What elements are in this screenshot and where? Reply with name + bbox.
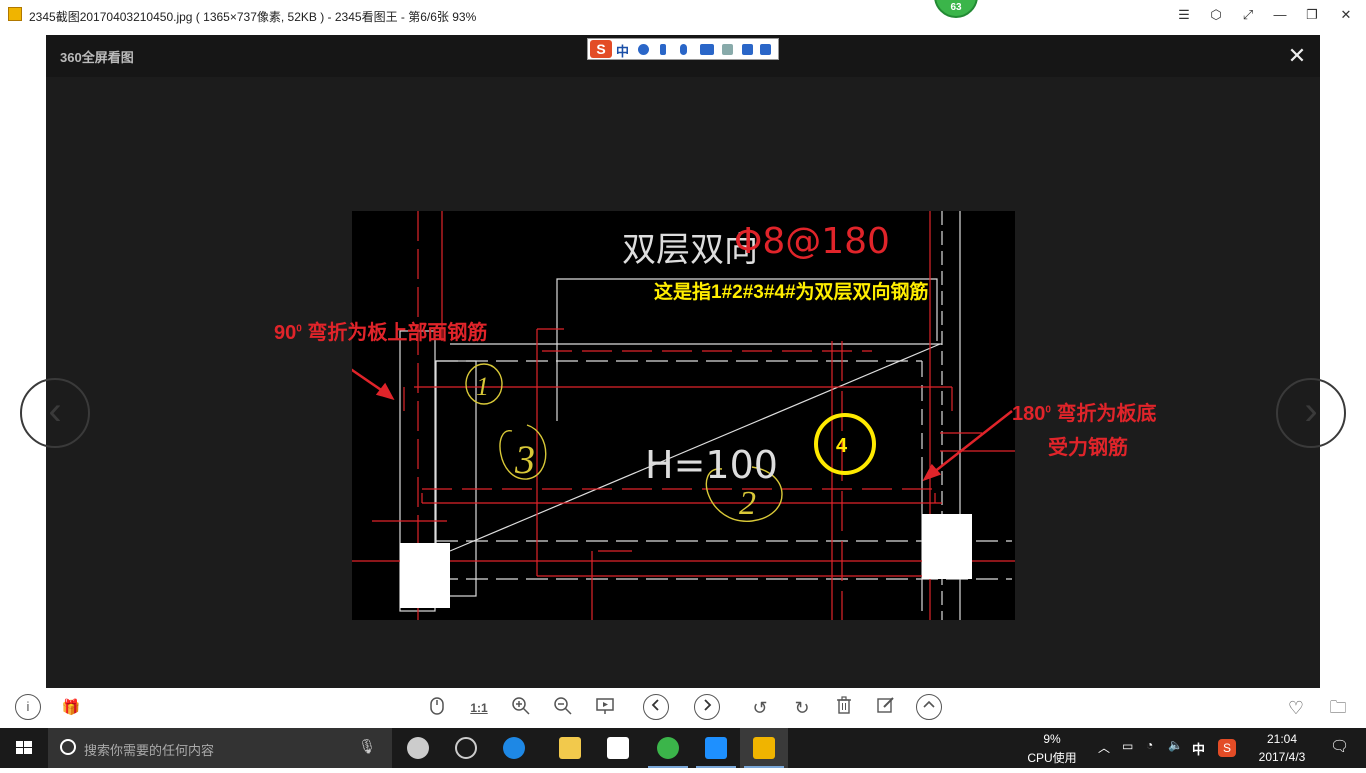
viewer-logo: 360全屏看图 bbox=[60, 50, 134, 65]
app-blue-icon[interactable] bbox=[692, 728, 740, 768]
store-icon[interactable] bbox=[594, 728, 642, 768]
sogou-icon[interactable]: S bbox=[590, 40, 612, 58]
displayed-image: 1 2 3 双层双向 Φ8@180 H=100 4 这是指1#2#3#4#为双层… bbox=[352, 211, 1015, 620]
toolbox-icon[interactable] bbox=[722, 44, 733, 55]
system-tray: 9% CPU使用 ︿ ▭ ◔ 🔈 中 S 21:04 2017/4/3 🗨 bbox=[1006, 728, 1366, 768]
slideshow-icon[interactable] bbox=[593, 696, 617, 720]
clock-date[interactable]: 2017/4/3 bbox=[1242, 750, 1322, 764]
cpu-percent: 9% bbox=[1043, 732, 1061, 746]
mouse-mode-icon[interactable] bbox=[425, 696, 449, 720]
menu-button[interactable]: ☰ bbox=[1168, 0, 1200, 30]
favorite-button[interactable]: ♡ bbox=[1284, 696, 1308, 720]
volume-icon[interactable]: 🔈 bbox=[1168, 738, 1183, 752]
annotation-left-text: 弯折为板上部面钢筋 bbox=[307, 322, 488, 344]
window-title: 2345截图20170403210450.jpg ( 1365×737像素, 5… bbox=[29, 10, 477, 24]
annotation-top: 这是指1#2#3#4#为双层双向钢筋 bbox=[654, 282, 929, 303]
keyboard-icon[interactable] bbox=[700, 44, 714, 55]
notification-icon[interactable]: 🗨 bbox=[1330, 737, 1349, 755]
cad-spec: Φ8@180 bbox=[734, 221, 890, 262]
show-hidden-icons[interactable]: ︿ bbox=[1098, 739, 1110, 756]
title-bar: 2345截图20170403210450.jpg ( 1365×737像素, 5… bbox=[0, 0, 1366, 30]
mark-3: 3 bbox=[514, 437, 535, 482]
app-icon bbox=[8, 7, 22, 21]
start-button[interactable] bbox=[0, 728, 48, 768]
ime-mode[interactable]: 中 bbox=[616, 41, 629, 60]
next-button[interactable] bbox=[694, 694, 720, 720]
previous-button[interactable] bbox=[643, 694, 669, 720]
previous-image-button[interactable]: ‹ bbox=[20, 378, 90, 448]
zoom-in-icon[interactable] bbox=[509, 696, 533, 720]
zoom-out-icon[interactable] bbox=[551, 696, 575, 720]
next-image-button[interactable]: › bbox=[1276, 378, 1346, 448]
gift-icon[interactable]: 🎁 bbox=[59, 696, 83, 720]
annotation-left-num: 90 bbox=[274, 322, 297, 344]
ime-toolbar[interactable]: S 中 bbox=[587, 38, 779, 60]
notification-badge[interactable]: 63 bbox=[934, 0, 978, 18]
rotate-right-icon[interactable]: ↻ bbox=[790, 696, 814, 720]
rotate-left-icon[interactable]: ↺ bbox=[748, 696, 772, 720]
folder-button[interactable]: 🗀 bbox=[1326, 696, 1350, 720]
annotation-left-sup: 0 bbox=[296, 323, 302, 335]
skin-button[interactable]: ⬡ bbox=[1200, 0, 1232, 30]
annotation-left: 900 弯折为板上部面钢筋 bbox=[274, 316, 487, 345]
annotation-right-text1: 弯折为板底 bbox=[1056, 403, 1157, 425]
microphone-icon[interactable]: 🎙 bbox=[358, 738, 376, 755]
punctuation-icon[interactable] bbox=[660, 44, 666, 55]
edit-icon[interactable] bbox=[874, 696, 898, 720]
delete-icon[interactable] bbox=[832, 696, 856, 720]
mark-1: 1 bbox=[476, 372, 489, 401]
cortana-icon[interactable] bbox=[60, 739, 76, 755]
window-close-button[interactable]: ✕ bbox=[1330, 0, 1362, 30]
annotation-right-sup: 0 bbox=[1045, 404, 1051, 416]
cad-height: H=100 bbox=[645, 443, 778, 487]
search-placeholder: 搜索你需要的任何内容 bbox=[84, 743, 215, 758]
annotation-right-text2: 受力钢筋 bbox=[1048, 437, 1128, 459]
fullscreen-button[interactable]: ⤢ bbox=[1232, 0, 1264, 30]
viewer-toolbar: i 🎁 1:1 ↺ ↻ ♡ 🗀 bbox=[0, 688, 1366, 728]
more-icon[interactable] bbox=[916, 694, 942, 720]
clock-time[interactable]: 21:04 bbox=[1242, 732, 1322, 746]
annotation-right-num: 180 bbox=[1012, 403, 1046, 425]
edge-icon[interactable] bbox=[490, 728, 538, 768]
windows-icon bbox=[16, 741, 32, 754]
circle-4-label: 4 bbox=[836, 435, 848, 457]
minimize-button[interactable]: — bbox=[1264, 0, 1296, 30]
network-icon[interactable]: ◔ bbox=[1146, 738, 1153, 752]
mark-2: 2 bbox=[739, 485, 756, 522]
actual-size-button[interactable]: 1:1 bbox=[467, 696, 491, 720]
cad-drawing: 1 2 3 双层双向 Φ8@180 H=100 4 bbox=[352, 211, 1015, 620]
taskbar-search[interactable]: 搜索你需要的任何内容 🎙 bbox=[48, 728, 392, 768]
task-view-icon[interactable] bbox=[394, 728, 442, 768]
file-explorer-icon[interactable] bbox=[546, 728, 594, 768]
annotation-right-line1: 1800 弯折为板底 bbox=[1012, 397, 1157, 426]
ime-indicator[interactable]: 中 bbox=[1192, 739, 1205, 758]
info-button[interactable]: i bbox=[15, 694, 41, 720]
maximize-button[interactable]: ❐ bbox=[1296, 0, 1328, 30]
image-viewer-taskbar-icon[interactable] bbox=[740, 728, 788, 768]
moon-icon[interactable] bbox=[638, 44, 649, 55]
sogou-tray-icon[interactable]: S bbox=[1218, 739, 1236, 757]
shirt-icon[interactable] bbox=[742, 44, 753, 55]
cpu-label: CPU使用 bbox=[1027, 751, 1077, 765]
taskbar: 搜索你需要的任何内容 🎙 9% CPU使用 ︿ ▭ ◔ 🔈 中 S 21:04 … bbox=[0, 728, 1366, 768]
microphone-icon[interactable] bbox=[680, 44, 687, 55]
viewer-header: 360全屏看图 S 中 ✕ bbox=[46, 35, 1320, 77]
wrench-icon[interactable] bbox=[760, 44, 771, 55]
battery-icon[interactable]: ▭ bbox=[1122, 739, 1133, 753]
viewer-close-button[interactable]: ✕ bbox=[1284, 43, 1310, 69]
browser-spiral-icon[interactable] bbox=[442, 728, 490, 768]
360-browser-icon[interactable] bbox=[644, 728, 692, 768]
